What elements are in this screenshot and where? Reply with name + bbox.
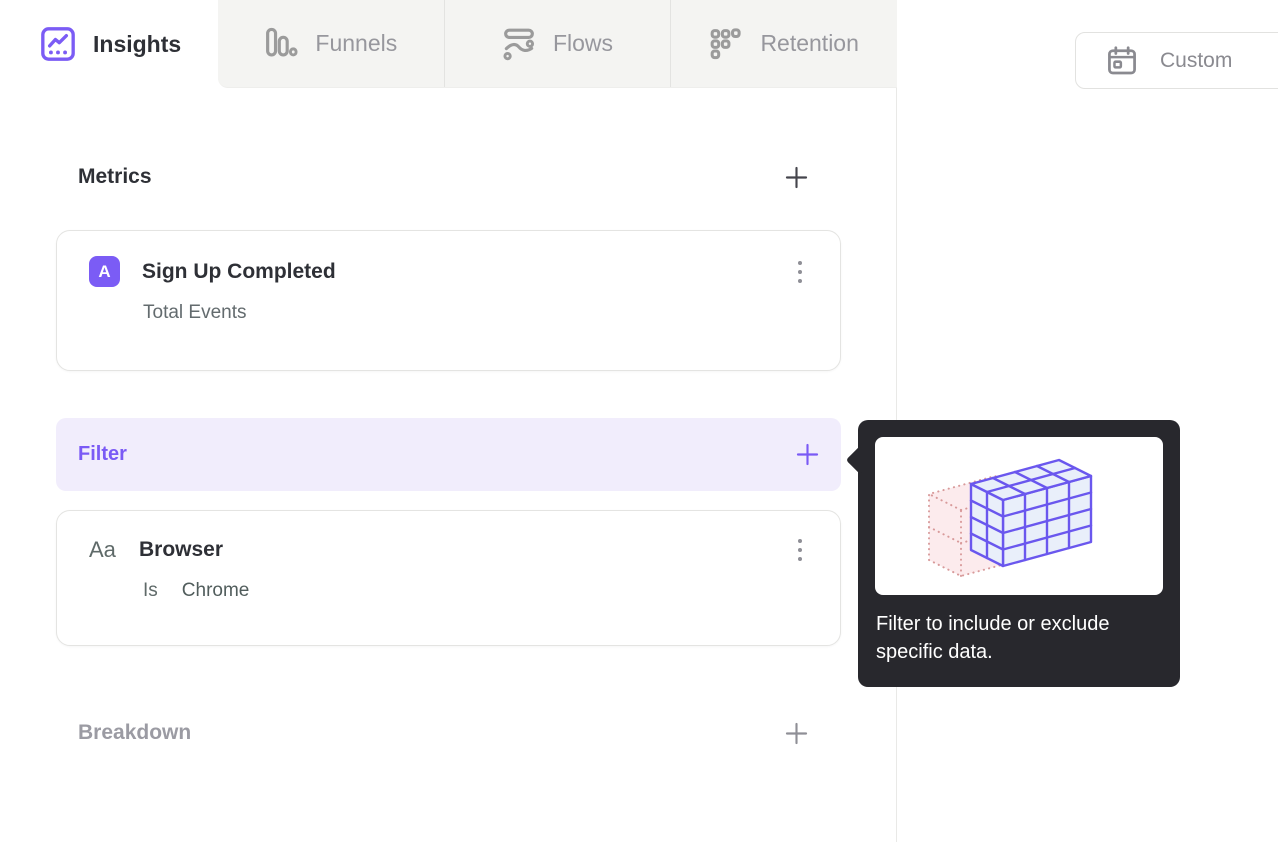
filter-menu-button[interactable] <box>792 535 808 565</box>
series-letter-badge: A <box>89 256 120 287</box>
metric-aggregation: Total Events <box>143 302 247 323</box>
metric-menu-button[interactable] <box>792 257 808 287</box>
tab-label: Insights <box>93 30 182 57</box>
tab-funnels[interactable]: Funnels <box>218 0 444 87</box>
tooltip-text: Filter to include or exclude specific da… <box>876 613 1110 663</box>
tab-label: Retention <box>760 30 859 56</box>
breakdown-section-title: Breakdown <box>78 721 192 744</box>
kebab-menu-icon <box>798 538 802 543</box>
filter-card-main-row: Aa Browser <box>57 511 840 565</box>
metric-event-name: Sign Up Completed <box>142 259 336 283</box>
add-filter-button[interactable] <box>793 441 821 469</box>
add-breakdown-button[interactable] <box>782 719 810 747</box>
breakdown-section-header: Breakdown <box>78 708 810 758</box>
plus-icon <box>785 722 807 744</box>
tab-retention[interactable]: Retention <box>670 0 897 87</box>
tab-label: Funnels <box>315 30 398 56</box>
filter-property-name: Browser <box>139 537 224 561</box>
report-tabbar: Insights Funnels Flows Retention <box>0 0 897 88</box>
filter-operator[interactable]: Is <box>143 580 158 601</box>
insights-report-builder: Insights Funnels Flows Retention Metrics… <box>0 0 1278 842</box>
filter-section-row[interactable]: Filter <box>56 418 841 491</box>
flows-icon <box>502 27 536 61</box>
inactive-tabs-group: Funnels Flows Retention <box>218 0 897 88</box>
date-range-label: Custom <box>1160 48 1233 72</box>
retention-icon <box>709 27 743 61</box>
kebab-menu-icon <box>798 260 802 265</box>
funnels-icon <box>264 27 298 61</box>
filter-condition: Is Chrome <box>57 565 840 602</box>
filter-help-tooltip: Filter to include or exclude specific da… <box>845 420 1180 687</box>
calendar-icon <box>1106 45 1138 77</box>
filter-value[interactable]: Chrome <box>182 580 250 601</box>
string-property-type-icon: Aa <box>89 536 116 562</box>
plus-icon <box>796 443 818 466</box>
query-builder-panel: Insights Funnels Flows Retention Metrics… <box>0 0 897 842</box>
metrics-section-header: Metrics <box>78 152 810 202</box>
metric-card-main-row: A Sign Up Completed <box>57 231 840 287</box>
filter-card[interactable]: Aa Browser Is Chrome <box>56 510 841 646</box>
filter-section-title: Filter <box>78 443 127 465</box>
metrics-section-title: Metrics <box>78 165 152 188</box>
add-metric-button[interactable] <box>782 163 810 191</box>
tab-insights[interactable]: Insights <box>0 0 218 88</box>
plus-icon <box>785 166 807 188</box>
date-range-custom-button[interactable]: Custom <box>1075 32 1278 89</box>
metric-card[interactable]: A Sign Up Completed Total Events <box>56 230 841 371</box>
tab-flows[interactable]: Flows <box>443 0 671 87</box>
tab-label: Flows <box>552 30 614 56</box>
insights-icon <box>40 26 76 62</box>
filter-cube-illustration <box>875 437 1163 595</box>
